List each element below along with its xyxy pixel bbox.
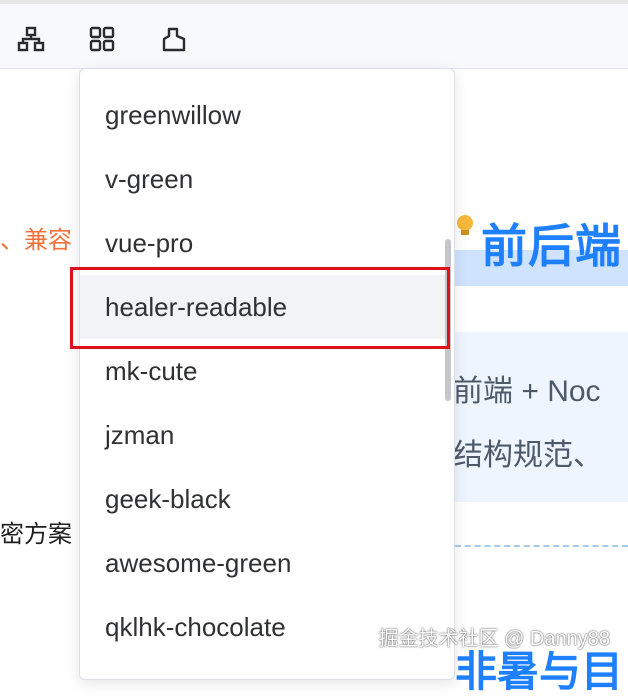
dropdown-item-vue-pro[interactable]: vue-pro (80, 211, 446, 275)
watermark: 掘金技术社区 @ Danny88 (378, 628, 610, 650)
theme-dropdown: greenwillow v-green vue-pro healer-reada… (79, 68, 455, 680)
dropdown-item-greenwillow[interactable]: greenwillow (80, 83, 446, 147)
dropdown-item-mk-cute[interactable]: mk-cute (80, 339, 446, 403)
article-text-fragment: 密方案 (0, 521, 72, 548)
dropdown-item-jzman[interactable]: jzman (80, 403, 446, 467)
sitemap-icon[interactable] (16, 24, 46, 54)
divider (455, 545, 628, 547)
blockquote (455, 332, 628, 502)
dropdown-item-geek-black[interactable]: geek-black (80, 467, 446, 531)
theme-icon[interactable] (159, 24, 189, 54)
grid-icon[interactable] (87, 24, 117, 54)
dropdown-item-healer-readable[interactable]: healer-readable (80, 275, 446, 339)
editor-toolbar (0, 4, 628, 69)
quote-line: 前端 + Noc (453, 375, 601, 408)
dropdown-item-v-green[interactable]: v-green (80, 147, 446, 211)
article-heading: 前后端 (455, 210, 628, 286)
dropdown-scrollbar[interactable] (445, 239, 451, 401)
article-text-fragment: 、兼容 (0, 227, 72, 254)
quote-line: 结构规范、 (453, 439, 603, 472)
heading-text: 前后端 (481, 220, 622, 272)
dropdown-item-awesome-green[interactable]: awesome-green (80, 531, 446, 595)
bulb-icon (455, 214, 475, 238)
